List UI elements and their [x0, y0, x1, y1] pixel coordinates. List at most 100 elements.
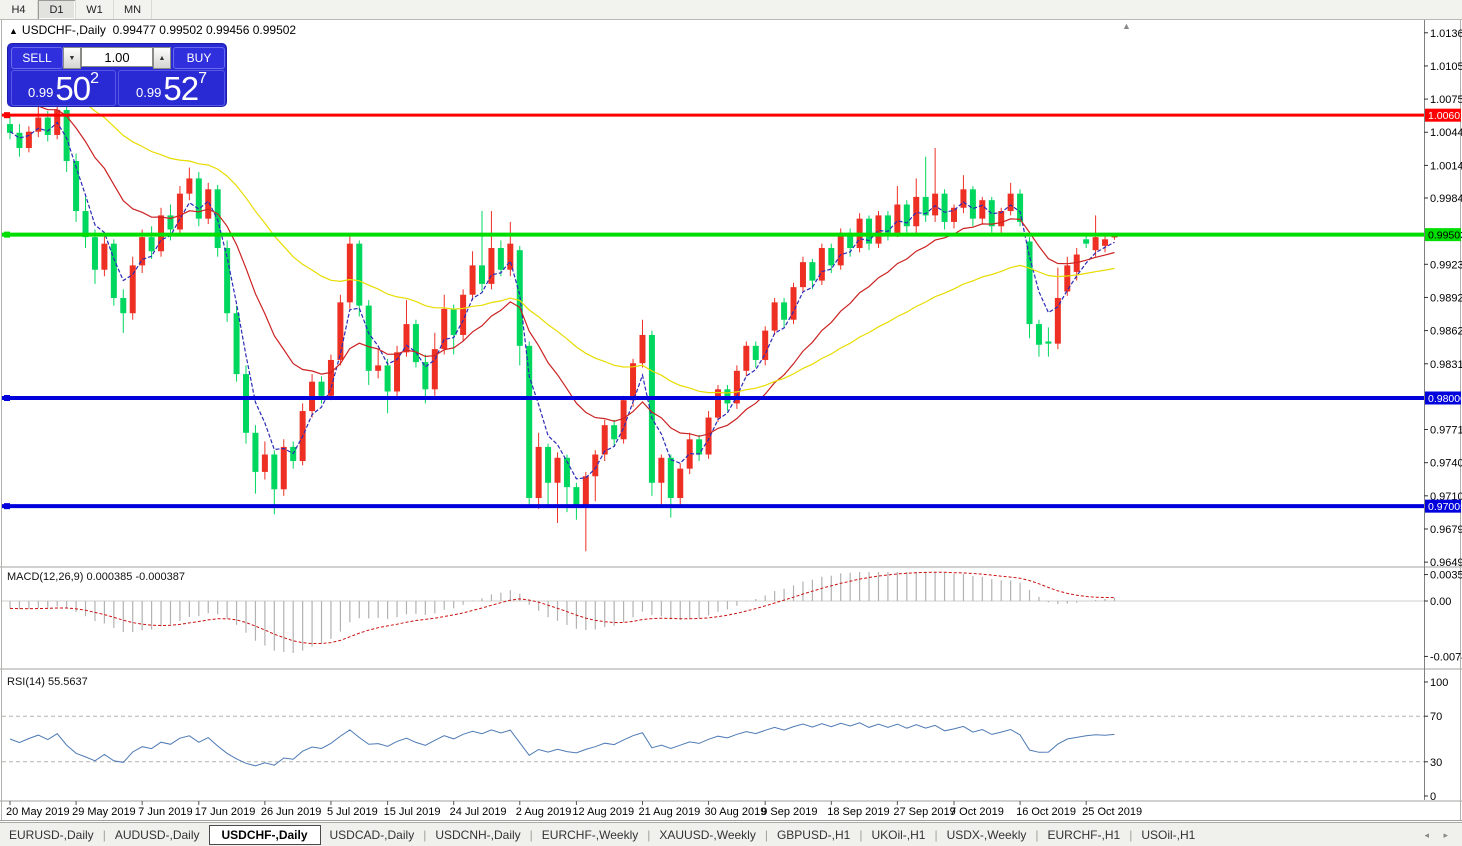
price-axis-label: 1.00140: [1430, 160, 1462, 172]
tab-eurchf-weekly[interactable]: EURCHF-,Weekly: [533, 826, 647, 844]
hline-handle: [4, 112, 10, 118]
candle-body: [658, 458, 664, 483]
tab-eurchf-h1[interactable]: EURCHF-,H1: [1039, 826, 1130, 844]
candle-body: [998, 211, 1004, 226]
buy-button[interactable]: BUY: [173, 47, 225, 69]
tf-button-W1[interactable]: W1: [76, 0, 114, 19]
candle-body: [800, 262, 806, 287]
candle-body: [451, 309, 457, 335]
candle-body: [1102, 239, 1108, 246]
date-axis-label: 7 Oct 2019: [950, 806, 1004, 818]
candle-body: [583, 476, 589, 504]
tab-usdcnh-daily[interactable]: USDCNH-,Daily: [426, 826, 529, 844]
date-axis-label: 30 Aug 2019: [705, 806, 767, 818]
tab-ukoil-h1[interactable]: UKOil-,H1: [862, 826, 934, 844]
macd-axis-label: 0.00: [1430, 596, 1451, 608]
collapse-panel-icon[interactable]: ▲: [9, 26, 18, 36]
tf-button-MN[interactable]: MN: [114, 0, 152, 19]
candle-body: [234, 313, 240, 374]
macd-axis-label: 0.003574: [1430, 570, 1462, 582]
price-axis-label: 1.00445: [1430, 127, 1462, 139]
macd-axis-label: -0.00749: [1430, 651, 1462, 663]
candle-body: [441, 309, 447, 349]
price-axis-label: 0.97710: [1430, 425, 1462, 437]
candle-body: [26, 132, 32, 148]
volume-input[interactable]: 1.00: [81, 47, 153, 67]
platform-window: 1.013601.010551.007501.004451.001400.998…: [0, 0, 1462, 846]
price-axis-label: 0.98620: [1430, 326, 1462, 338]
candle-body: [328, 360, 334, 396]
candle-body: [45, 118, 51, 135]
hline-handle: [4, 232, 10, 238]
buy-price-box[interactable]: 0.99 52 7: [118, 70, 225, 106]
candle-body: [894, 205, 900, 233]
sell-price-big: 50: [55, 74, 90, 104]
date-axis-label: 2 Aug 2019: [516, 806, 572, 818]
candle-body: [1083, 239, 1089, 243]
chart-ohlc-values: 0.99477 0.99502 0.99456 0.99502: [113, 23, 297, 37]
date-axis-label: 20 May 2019: [6, 806, 70, 818]
chart-symbol-label: USDCHF-,Daily: [22, 23, 106, 37]
volume-increase-icon[interactable]: ▲: [153, 47, 171, 69]
candle-body: [677, 469, 683, 498]
candle-body: [942, 194, 948, 222]
candle-body: [130, 265, 136, 313]
candle-body: [1036, 324, 1042, 345]
tab-scroll-arrows-icon[interactable]: ◂ ▸: [1424, 830, 1454, 841]
price-badge-label: 0.97005: [1428, 501, 1462, 513]
chart-canvas[interactable]: 1.013601.010551.007501.004451.001400.998…: [0, 0, 1462, 846]
candle-body: [139, 237, 145, 265]
candle-body: [772, 302, 778, 330]
macd-signal-value: -0.000387: [135, 571, 185, 583]
chart-title: ▲ USDCHF-,Daily 0.99477 0.99502 0.99456 0…: [9, 23, 296, 37]
sell-price-box[interactable]: 0.99 50 2: [11, 70, 116, 106]
candle-body: [366, 306, 372, 371]
tab-usdcad-daily[interactable]: USDCAD-,Daily: [321, 826, 424, 844]
date-axis-label: 17 Jun 2019: [195, 806, 256, 818]
rsi-indicator-label: RSI(14) 55.5637: [7, 676, 88, 688]
candle-body: [16, 133, 22, 148]
tf-button-D1[interactable]: D1: [38, 0, 76, 19]
candle-body: [479, 265, 485, 283]
rsi-axis-label: 30: [1430, 757, 1442, 769]
candle-body: [1055, 298, 1061, 344]
candle-body: [621, 400, 627, 439]
candle-body: [611, 425, 617, 439]
date-axis-label: 5 Jul 2019: [327, 806, 378, 818]
one-click-trading-panel: SELL ▼ 1.00 ▲ BUY 0.99 50 2 0.99 52 7: [8, 44, 226, 106]
price-axis-label: 0.96490: [1430, 557, 1462, 569]
candle-body: [828, 248, 834, 265]
tab-xauusd-weekly[interactable]: XAUUSD-,Weekly: [650, 826, 764, 844]
candle-body: [649, 335, 655, 483]
tab-usdx-weekly[interactable]: USDX-,Weekly: [938, 826, 1036, 844]
tab-usdchf-daily[interactable]: USDCHF-,Daily: [209, 825, 321, 845]
candle-body: [262, 455, 268, 472]
candle-body: [224, 248, 230, 313]
candle-body: [356, 244, 362, 306]
candle-body: [809, 262, 815, 280]
candle-body: [1093, 237, 1099, 250]
tf-button-H4[interactable]: H4: [0, 0, 38, 19]
tab-usoil-h1[interactable]: USOil-,H1: [1132, 826, 1204, 844]
candle-body: [186, 178, 192, 193]
hline-handle: [4, 395, 10, 401]
candle-body: [639, 335, 645, 363]
candle-body: [111, 244, 117, 298]
buy-price-pip: 7: [198, 72, 207, 86]
candle-body: [791, 287, 797, 320]
volume-decrease-icon[interactable]: ▼: [63, 47, 81, 69]
chart-scroll-marker-icon[interactable]: ▲: [1122, 21, 1131, 31]
candle-body: [7, 124, 13, 133]
sell-button[interactable]: SELL: [11, 47, 63, 69]
candle-body: [1008, 194, 1014, 211]
candle-body: [1017, 194, 1023, 222]
candle-body: [64, 110, 70, 161]
macd-hist-value: 0.000385: [86, 571, 132, 583]
tab-gbpusd-h1[interactable]: GBPUSD-,H1: [768, 826, 859, 844]
candle-body: [375, 365, 381, 370]
candle-body: [413, 324, 419, 362]
tab-audusd-daily[interactable]: AUDUSD-,Daily: [106, 826, 209, 844]
candle-body: [394, 352, 400, 391]
tab-eurusd-daily[interactable]: EURUSD-,Daily: [0, 826, 103, 844]
candle-body: [951, 208, 957, 222]
